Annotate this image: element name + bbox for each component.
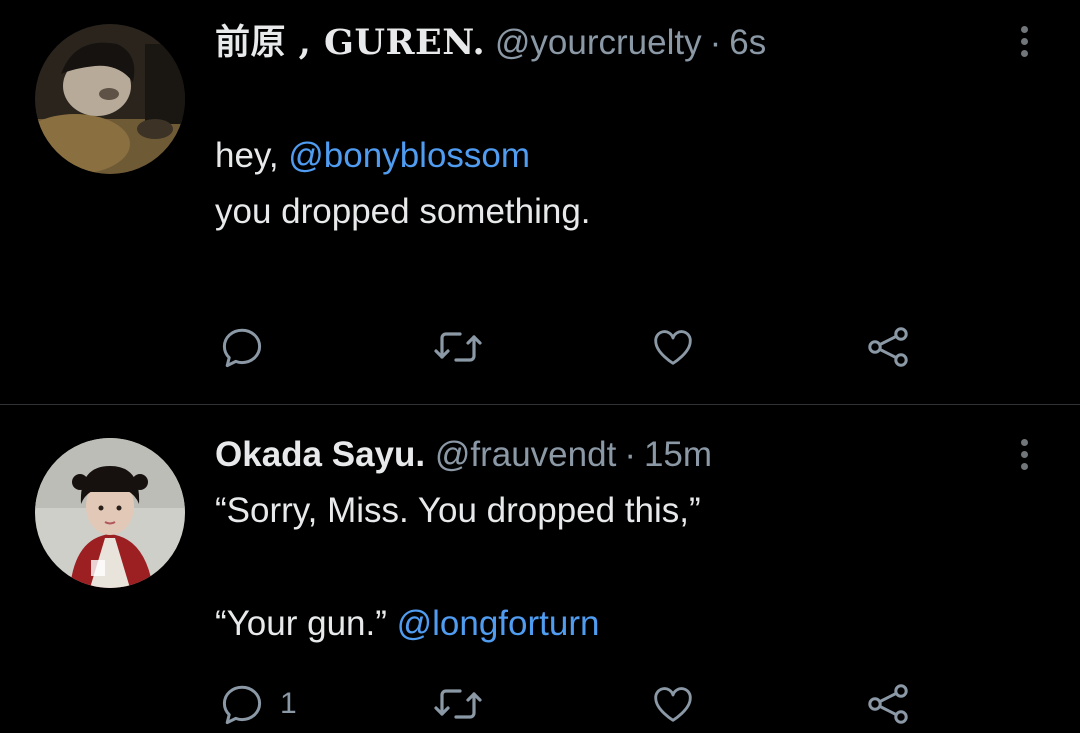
mention-link[interactable]: @longforturn [397,604,600,643]
reply-icon [222,328,262,368]
tweet-text: hey, [215,136,289,175]
tweet-text: “Sorry, Miss. You dropped this,” [215,491,701,530]
separator-dot: · [624,435,636,474]
display-name[interactable]: Okada Sayu. [215,435,425,474]
share-icon [868,684,908,724]
tweet[interactable]: 前原 , GUREN. @yourcruelty · 6s hey, @bonybl… [0,0,1080,404]
display-name[interactable]: 前原 , GUREN. [215,22,485,63]
tweet[interactable]: Okada Sayu. @frauvendt · 15m “Sorry, Miss.… [0,405,1080,733]
timestamp[interactable]: 6s [729,23,766,62]
tweet-header: 前原 , GUREN. @yourcruelty · 6s [215,21,766,65]
tweet-text-line: “Sorry, Miss. You dropped this,” [215,489,701,533]
retweet-button[interactable] [432,322,484,372]
tweet-text: you dropped something. [215,192,591,231]
mention-link[interactable]: @bonyblossom [288,136,530,175]
avatar-photo [35,24,185,174]
user-handle[interactable]: @yourcruelty [495,23,702,62]
tweet-text-line: “Your gun.” @longforturn [215,602,599,646]
reply-icon [222,685,262,725]
reply-button[interactable] [218,322,266,372]
like-button[interactable] [650,322,696,372]
tweet-text: “Your gun.” [215,604,397,643]
share-button[interactable] [864,322,912,372]
heart-icon [654,687,692,722]
share-button[interactable] [864,679,912,729]
timestamp[interactable]: 15m [644,435,712,474]
retweet-icon [434,689,482,719]
tweet-header: Okada Sayu. @frauvendt · 15m [215,433,712,477]
tweet-text-line: hey, @bonyblossom [215,134,530,178]
user-handle[interactable]: @frauvendt [435,435,616,474]
separator-dot: · [709,23,722,62]
heart-icon [654,330,692,365]
retweet-button[interactable] [432,679,484,729]
tweet-text-line: you dropped something. [215,190,591,234]
avatar[interactable] [35,24,185,174]
like-button[interactable] [650,679,696,729]
avatar[interactable] [35,438,185,588]
more-options-icon[interactable] [1004,432,1044,476]
reply-button[interactable]: 1 [218,679,297,729]
avatar-photo [35,438,185,588]
more-options-icon[interactable] [1004,19,1044,63]
retweet-icon [434,332,482,362]
share-icon [868,327,908,367]
reply-count: 1 [280,687,297,720]
